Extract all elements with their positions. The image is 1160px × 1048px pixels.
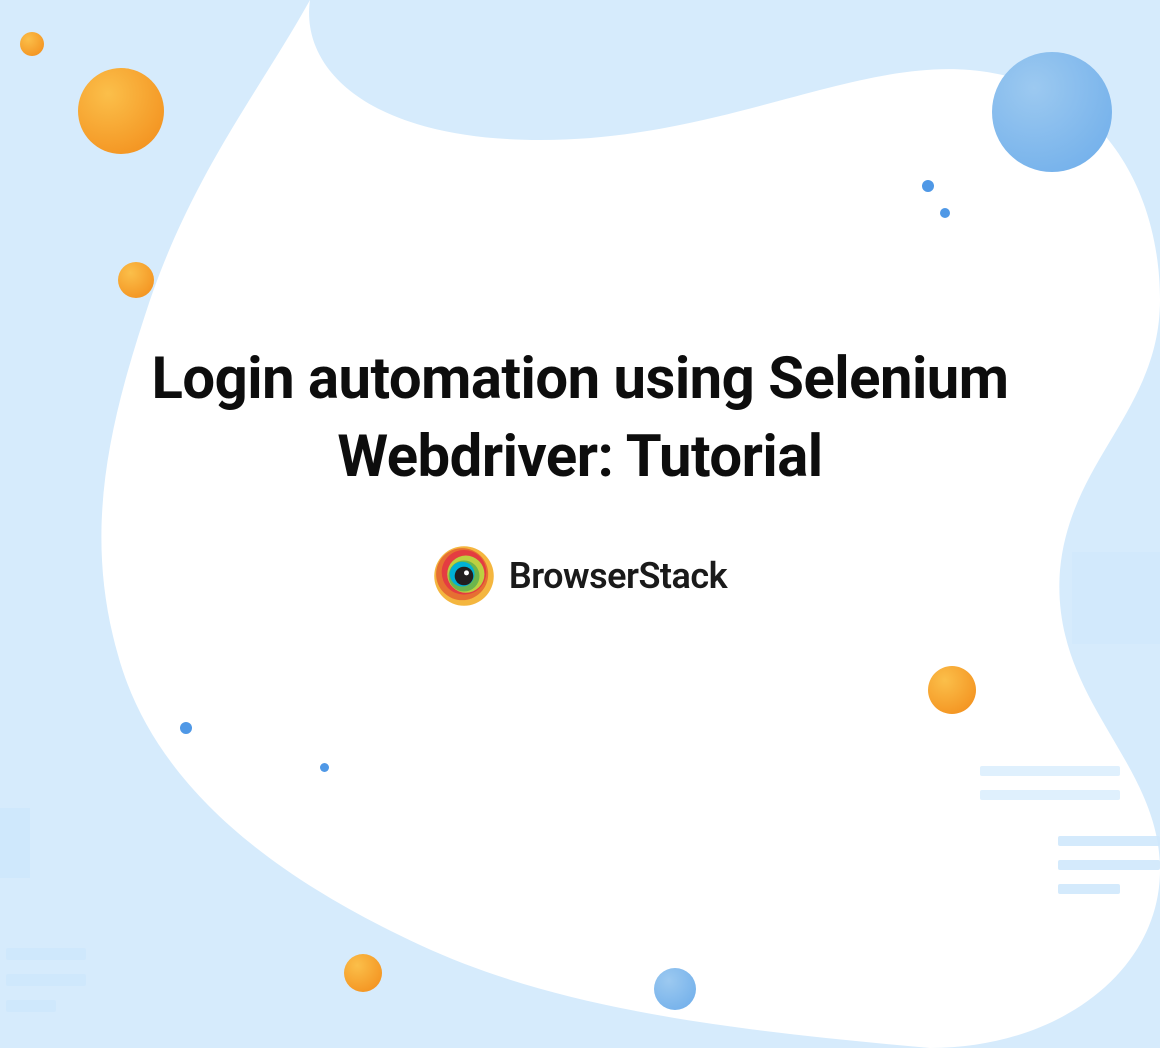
decor-lines-right-2	[1058, 836, 1160, 894]
brand-name: BrowserStack	[509, 555, 727, 597]
orange-circle-large	[78, 68, 164, 154]
brand: BrowserStack	[433, 545, 727, 607]
decor-block-left	[0, 808, 30, 878]
blue-dot-1	[922, 180, 934, 192]
main-content: Login automation using Selenium Webdrive…	[0, 340, 1160, 611]
blue-dot-4	[320, 763, 329, 772]
decor-lines-right-1	[980, 766, 1120, 800]
blue-dot-2	[940, 208, 950, 218]
decor-lines-left	[6, 948, 86, 1012]
orange-circle-bottom	[344, 954, 382, 992]
orange-circle-right	[928, 666, 976, 714]
blue-circle-bottom	[654, 968, 696, 1010]
page-title: Login automation using Selenium Webdrive…	[0, 340, 1160, 497]
blue-dot-3	[180, 722, 192, 734]
orange-circle-small-left	[118, 262, 154, 298]
browserstack-logo-icon	[433, 545, 495, 607]
orange-circle-tiny-topleft	[20, 32, 44, 56]
blue-circle-large-topright	[992, 52, 1112, 172]
